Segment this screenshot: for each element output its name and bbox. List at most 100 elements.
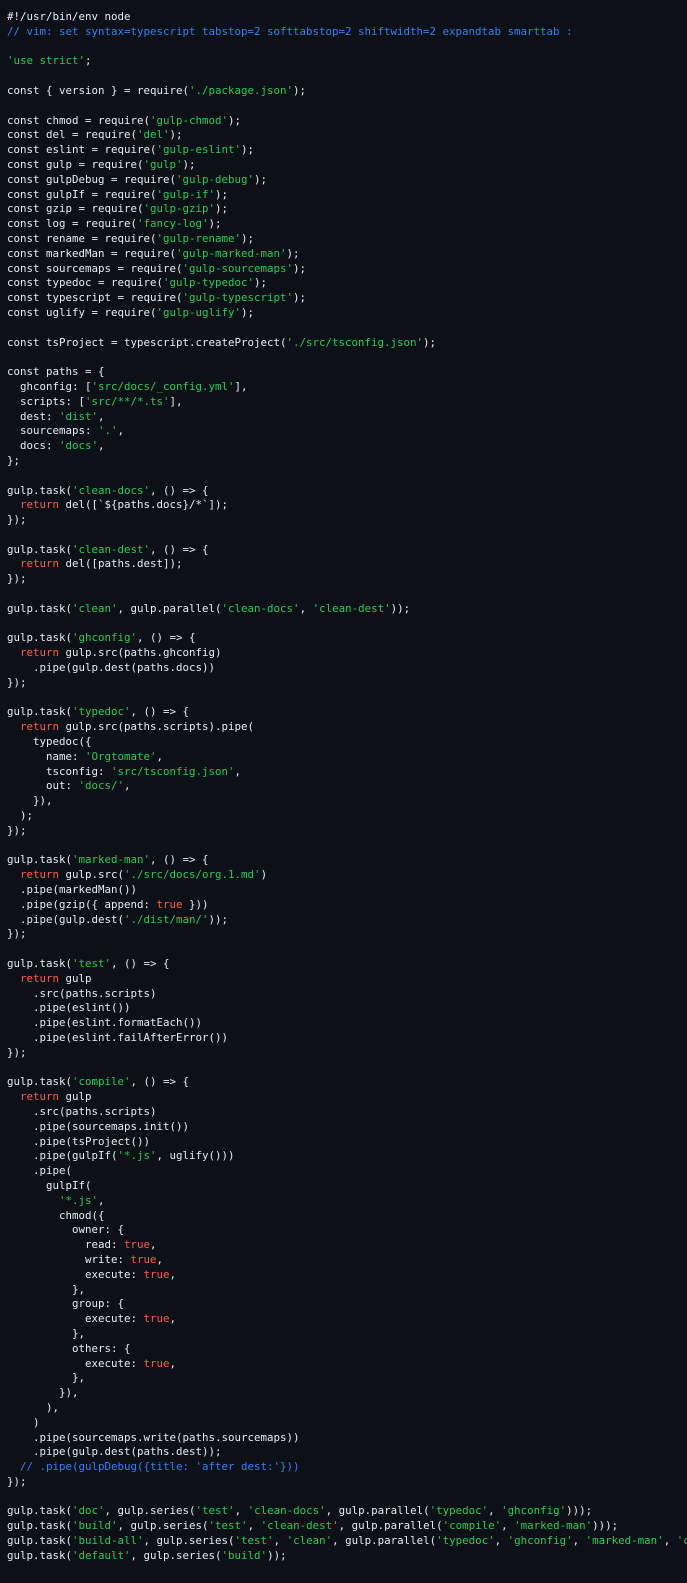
string-literal: './src/docs/org.1.md'	[124, 868, 261, 882]
code-text: ,	[247, 1519, 261, 1533]
code-line: // .pipe(gulpDebug({title: 'after dest:'…	[7, 1460, 687, 1475]
code-line: const gulp = require('gulp');	[7, 158, 687, 173]
code-line: ghconfig: ['src/docs/_config.yml'],	[7, 380, 687, 395]
code-text: const uglify = require(	[7, 305, 157, 319]
code-text: owner: {	[7, 1223, 125, 1237]
string-literal: 'ghconfig'	[507, 1534, 573, 1548]
string-literal: 'clean-dest'	[72, 542, 151, 556]
string-literal: 'clean-docs'	[247, 1504, 326, 1518]
string-literal: 'src/**/*.ts'	[85, 394, 170, 408]
code-line: const gzip = require('gulp-gzip');	[7, 202, 687, 217]
string-literal: 'marked-man'	[72, 853, 151, 867]
code-line: '*.js',	[7, 1194, 687, 1209]
code-text: ,	[273, 1534, 287, 1548]
code-line: tsconfig: 'src/tsconfig.json',	[7, 765, 687, 780]
code-line: gulp.task('typedoc', () => {	[7, 705, 687, 720]
code-line: };	[7, 454, 687, 469]
code-text: typedoc({	[7, 735, 92, 749]
code-text: const chmod = require(	[7, 113, 151, 127]
code-line: .pipe(gulp.dest(paths.docs))	[7, 661, 687, 676]
code-line: const uglify = require('gulp-uglify');	[7, 306, 687, 321]
string-literal: 'test'	[72, 957, 112, 970]
code-text: gulp.task(	[7, 1534, 73, 1548]
code-line: ​	[7, 1061, 687, 1076]
code-line: const gulpIf = require('gulp-if');	[7, 188, 687, 203]
code-text: ,	[169, 1267, 177, 1281]
code-text: , () => {	[137, 631, 196, 645]
code-text: .pipe(sourcemaps.write(paths.sourcemaps)…	[7, 1430, 300, 1444]
code-text: )	[7, 1415, 40, 1429]
code-text: , () => {	[150, 483, 209, 497]
code-text: , uglify()))	[156, 1149, 235, 1163]
code-line: const tsProject = typescript.createProje…	[7, 336, 687, 351]
code-text: execute:	[7, 1312, 144, 1326]
string-literal: 'gulp-rename'	[156, 231, 242, 245]
code-line: const chmod = require('gulp-chmod');	[7, 114, 687, 129]
string-literal: '*.js'	[59, 1193, 99, 1207]
code-text: gulp.task(	[7, 542, 73, 556]
code-text: ghconfig: [	[7, 379, 92, 393]
string-literal: 'gulp-eslint'	[156, 143, 242, 157]
code-editor[interactable]: #!/usr/bin/env node// vim: set syntax=ty…	[0, 0, 687, 1583]
code-line: execute: true,	[7, 1357, 687, 1372]
string-literal: 'doc'	[72, 1504, 105, 1518]
code-text: .src(paths.scripts)	[7, 1104, 157, 1118]
string-literal: 'clean-dest'	[260, 1519, 339, 1533]
code-text: );	[423, 335, 437, 349]
code-text: , () => {	[150, 853, 209, 867]
string-literal: 'default'	[72, 1548, 131, 1562]
code-line: write: true,	[7, 1253, 687, 1268]
string-literal: 'build'	[221, 1548, 268, 1562]
code-text: });	[7, 675, 27, 689]
code-text: );	[254, 276, 268, 290]
boolean-literal: true	[143, 1312, 170, 1326]
code-text: scripts: [	[7, 394, 86, 408]
code-line: gulp.task('doc', gulp.series('test', 'cl…	[7, 1504, 687, 1519]
code-line: },	[7, 1283, 687, 1298]
string-literal: 'marked-man'	[514, 1519, 593, 1533]
code-line: gulp.task('test', () => {	[7, 957, 687, 972]
code-line: execute: true,	[7, 1312, 687, 1327]
code-text: )));	[566, 1504, 593, 1518]
code-text: ],	[169, 394, 183, 408]
code-text: ,	[494, 1534, 508, 1548]
code-text: gulp.task(	[7, 1075, 73, 1089]
code-line: gulp.task('default', gulp.series('build'…	[7, 1549, 687, 1564]
code-text: chmod({	[7, 1208, 105, 1222]
string-literal: 'typedoc'	[72, 705, 131, 719]
code-text: , gulp.parallel(	[117, 601, 222, 615]
code-text: .src(paths.scripts)	[7, 986, 157, 1000]
code-line: const log = require('fancy-log');	[7, 217, 687, 232]
keyword: return	[20, 646, 60, 660]
code-line: .pipe(gulp.dest(paths.dest));	[7, 1445, 687, 1460]
code-text: ,	[299, 601, 313, 615]
code-text: , () => {	[111, 957, 170, 970]
code-line: const { version } = require('./package.j…	[7, 84, 687, 99]
code-text: gulp.src(paths.ghconfig)	[59, 646, 222, 660]
code-text: ;	[85, 54, 92, 68]
code-text: write:	[7, 1252, 131, 1266]
string-literal: 'gulp-if'	[156, 187, 216, 201]
code-line: ​	[7, 69, 687, 84]
string-literal: 'gulp'	[143, 157, 183, 171]
code-text: const gulpIf = require(	[7, 187, 157, 201]
code-line: #!/usr/bin/env node	[7, 10, 687, 25]
string-literal: 'clean'	[72, 601, 118, 615]
string-literal: 'test'	[234, 1534, 274, 1548]
keyword: return	[20, 498, 60, 512]
code-line: owner: {	[7, 1223, 687, 1238]
code-text: },	[7, 1326, 86, 1340]
code-line: execute: true,	[7, 1268, 687, 1283]
code-line: gulp.task('clean', gulp.parallel('clean-…	[7, 602, 687, 617]
code-text: , () => {	[150, 542, 209, 556]
code-text: gulp.task(	[7, 957, 73, 970]
code-text: ));	[390, 601, 411, 615]
string-literal: 'build'	[72, 1519, 118, 1533]
code-line: name: 'Orgtomate',	[7, 750, 687, 765]
code-text: .pipe(gulp.dest(paths.dest));	[7, 1445, 222, 1459]
code-line: return gulp.src('./src/docs/org.1.md')	[7, 868, 687, 883]
code-text: , () => {	[130, 1075, 190, 1089]
code-line: const markedMan = require('gulp-marked-m…	[7, 247, 687, 262]
